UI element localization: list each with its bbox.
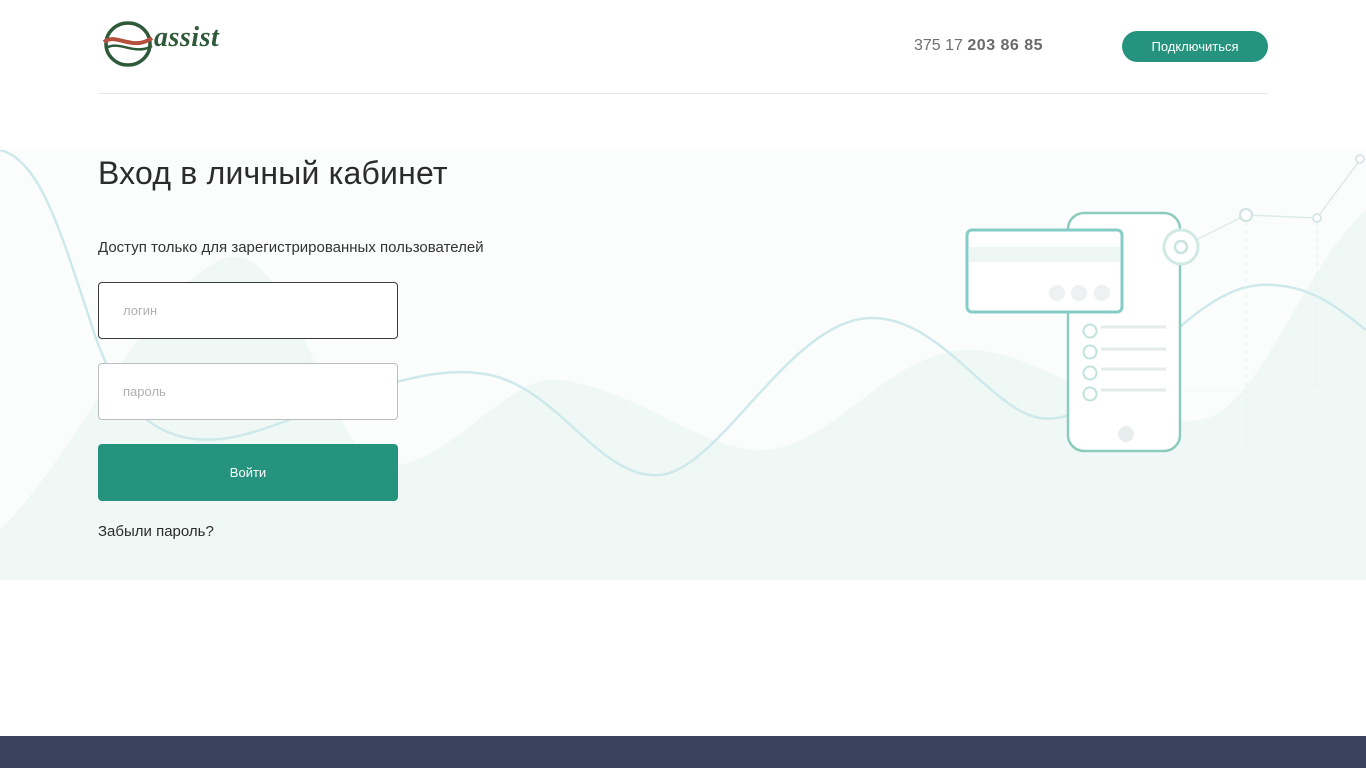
phone-main: 203 86 85 [967,37,1044,54]
password-input[interactable] [98,363,398,420]
page-title: Вход в личный кабинет [98,155,448,191]
login-button[interactable]: Войти [98,444,398,501]
login-section: Вход в личный кабинет Доступ только для … [98,155,484,540]
payment-phone-illustration [965,154,1365,453]
logo-text[interactable]: assist [154,22,219,54]
login-input[interactable] [98,282,398,339]
forgot-password-link[interactable]: Забыли пароль? [98,523,214,540]
site-header: assist 375 17 203 86 85 Подключиться [98,0,1268,94]
connect-button[interactable]: Подключиться [1122,31,1268,62]
site-footer [0,736,1366,768]
phone-prefix: 375 17 [914,37,968,54]
login-page: assist 375 17 203 86 85 Подключиться Вхо… [0,0,1366,768]
form-subtitle: Доступ только для зарегистрированных пол… [98,239,484,256]
phone-number[interactable]: 375 17 203 86 85 [914,37,1043,55]
